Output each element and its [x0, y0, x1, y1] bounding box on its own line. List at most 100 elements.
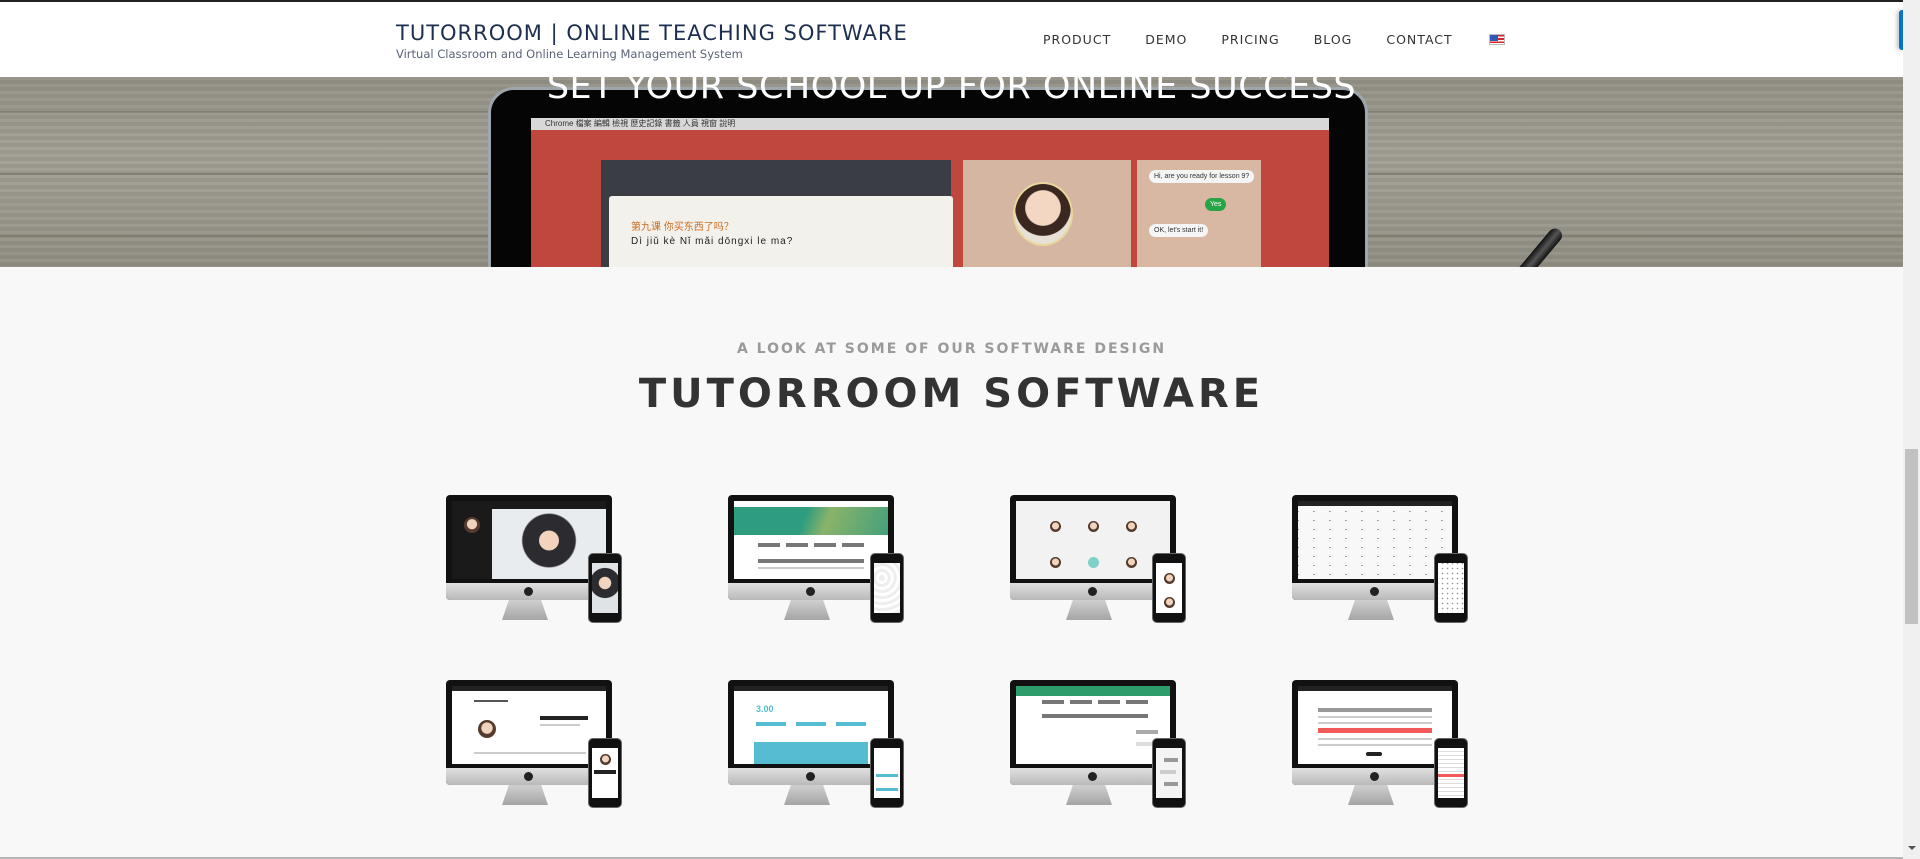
chat-bubble: OK, let's start it! [1149, 224, 1209, 237]
brand-logo-link[interactable]: TUTORROOM | ONLINE TEACHING SOFTWARE Vir… [396, 20, 908, 61]
imac-stand [502, 785, 548, 805]
scrollbar-thumb[interactable] [1905, 449, 1918, 624]
phone-screen [592, 563, 618, 613]
nav-blog[interactable]: BLOG [1314, 32, 1353, 47]
phone-screen [592, 748, 618, 798]
apple-logo-icon [1088, 772, 1097, 781]
nav-demo[interactable]: DEMO [1145, 32, 1187, 47]
apple-logo-icon [1088, 587, 1097, 596]
gallery-item-choose-time[interactable] [1288, 491, 1474, 631]
imac-stand [1348, 600, 1394, 620]
page: TUTORROOM | ONLINE TEACHING SOFTWARE Vir… [0, 0, 1903, 859]
screen-navbar [1298, 501, 1452, 506]
nav-contact[interactable]: CONTACT [1386, 32, 1452, 47]
chat-bubble-reply: Yes [1205, 198, 1227, 211]
apple-logo-icon [806, 772, 815, 781]
table-header [1318, 708, 1432, 712]
chat-bubble: Hi, are you ready for lesson 9? [1149, 170, 1255, 183]
phone-screen [1156, 748, 1182, 798]
hero-banner: Chrome 檔案 編輯 檢視 歷史記錄 書籤 人員 視窗 說明 第九课 你买东… [0, 77, 1903, 267]
stat-box [814, 543, 836, 547]
table-row [1318, 716, 1432, 718]
chat-panel: Hi, are you ready for lesson 9? Yes OK, … [1137, 160, 1261, 267]
gallery-item-course-dashboard[interactable] [724, 491, 910, 631]
lesson-card-chinese: 第九课 你买东西了吗？ [631, 222, 734, 233]
imac-stand [1348, 785, 1394, 805]
tutor-avatar [1050, 521, 1061, 532]
phone-screen [874, 563, 900, 613]
package-header [836, 722, 866, 726]
gallery-item-choose-tutor[interactable] [1006, 491, 1192, 631]
lesson-card: 第九课 你买东西了吗？ Dì jiǔ kè Nǐ mǎi dōngxi le m… [609, 196, 953, 267]
apple-logo-icon [524, 772, 533, 781]
apple-logo-icon [524, 587, 533, 596]
store-balance: 3.00 [756, 704, 774, 714]
screen-menubar-text: Chrome 檔案 編輯 檢視 歷史記錄 書籤 人員 視窗 說明 [545, 119, 736, 128]
info-row [540, 724, 580, 726]
phone-mockup [1434, 553, 1468, 623]
chat-bubble [1164, 782, 1178, 786]
imac-screen [1298, 686, 1452, 764]
stat-box [1098, 700, 1120, 704]
screen-menubar: Chrome 檔案 編輯 檢視 歷史記錄 書籤 人員 視窗 說明 [531, 118, 1329, 130]
brand-title: TUTORROOM | ONLINE TEACHING SOFTWARE [396, 21, 908, 45]
table-row [1318, 744, 1432, 746]
tutor-avatar [1088, 557, 1099, 568]
tutor-avatar [1164, 573, 1175, 584]
chat-bubble [1164, 758, 1178, 762]
tutor-avatar [1050, 557, 1061, 568]
phone-screen [874, 748, 900, 798]
phone-mockup [588, 553, 622, 623]
us-flag-icon[interactable] [1488, 34, 1505, 45]
gallery-item-choose-lesson[interactable] [1288, 676, 1474, 816]
week-bar [1042, 714, 1148, 718]
section-title: TUTORROOM SOFTWARE [638, 371, 1265, 417]
table-row [1318, 738, 1432, 740]
nav-pricing[interactable]: PRICING [1221, 32, 1279, 47]
teacher-avatar [1013, 182, 1073, 246]
package-header [796, 722, 826, 726]
imac-screen [1016, 686, 1170, 764]
lesson-card-pinyin: Dì jiǔ kè Nǐ mǎi dōngxi le ma? [631, 236, 794, 247]
imac-stand [502, 600, 548, 620]
hero-title: SET YOUR SCHOOL UP FOR ONLINE SUCCESS [546, 77, 1357, 107]
phone-mockup [870, 553, 904, 623]
schedule-banner [1016, 686, 1170, 696]
imac-screen [1016, 501, 1170, 579]
table-row-selected [1438, 774, 1464, 777]
profile-heading [474, 700, 508, 702]
apple-logo-icon [1370, 772, 1379, 781]
phone-mockup [588, 738, 622, 808]
imac-stand [1066, 785, 1112, 805]
gallery-item-virtual-classroom[interactable] [442, 491, 628, 631]
tutor-avatar [1088, 521, 1099, 532]
phone-mockup [1152, 553, 1186, 623]
intro-row [474, 752, 586, 754]
screen-navbar [1298, 686, 1452, 691]
phone-mockup [870, 738, 904, 808]
page-scrollbar[interactable] [1903, 0, 1920, 859]
side-feedback-tab[interactable] [1899, 10, 1903, 50]
package-header [756, 722, 786, 726]
gallery-item-store[interactable]: 3.00 [724, 676, 910, 816]
info-bar [594, 770, 616, 774]
custom-package-panel [754, 742, 868, 764]
imac-screen [1298, 501, 1452, 579]
imac-stand [784, 600, 830, 620]
screen-navbar [452, 686, 606, 691]
apple-logo-icon [1370, 587, 1379, 596]
table-row-selected [1318, 728, 1432, 733]
package-header [876, 788, 898, 791]
stat-box [758, 543, 780, 547]
scroll-down-arrow-icon[interactable] [1908, 846, 1916, 850]
gallery-item-schedule-chat[interactable] [1006, 676, 1192, 816]
tutor-avatar [1164, 597, 1175, 608]
imac-screen: 3.00 [734, 686, 888, 764]
week-bar [758, 559, 864, 563]
hero-laptop-image: Chrome 檔案 編輯 檢視 歷史記錄 書籤 人員 視窗 說明 第九课 你买东… [488, 87, 1368, 267]
apple-logo-icon [806, 587, 815, 596]
nav-product[interactable]: PRODUCT [1043, 32, 1111, 47]
imac-screen [452, 686, 606, 764]
next-button [1366, 752, 1382, 756]
gallery-item-tutor-profile[interactable] [442, 676, 628, 816]
